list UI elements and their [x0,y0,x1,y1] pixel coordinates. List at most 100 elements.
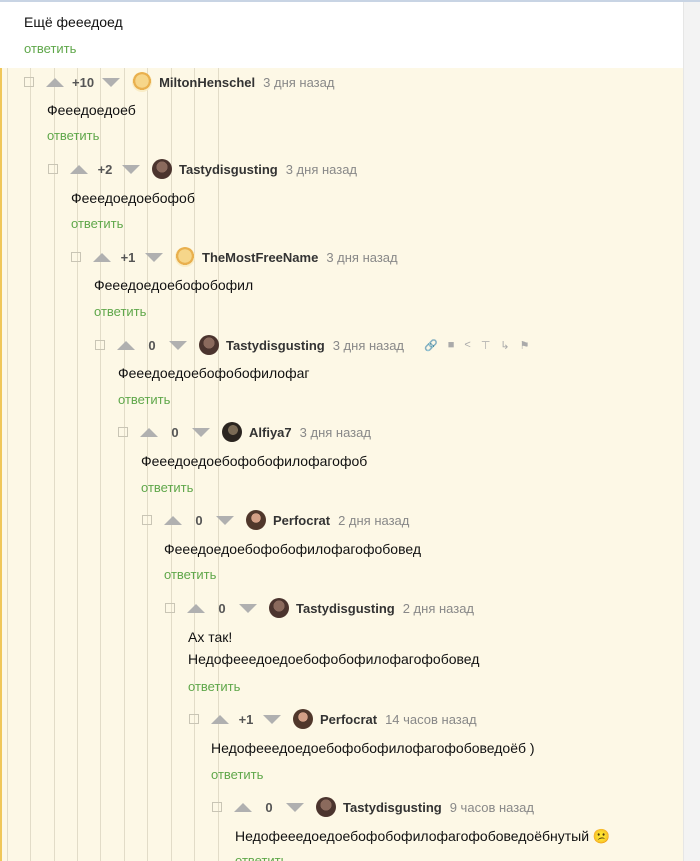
comment-author[interactable]: Alfiya7 [249,425,292,440]
collapse-toggle[interactable] [24,77,34,87]
comment-author[interactable]: Tastydisgusting [343,800,442,815]
share-icon[interactable]: < [464,339,470,351]
collapse-toggle[interactable] [48,164,58,174]
link-icon[interactable]: 🔗 [424,339,438,352]
comment-header: 0 Tastydisgusting 9 часов назад [212,796,534,818]
downvote-icon[interactable] [286,802,304,812]
downvote-icon[interactable] [192,427,210,437]
comment-header: +1 TheMostFreeName 3 дня назад [71,246,398,268]
flag-icon[interactable]: ⚑ [520,339,530,352]
comment-author[interactable]: Tastydisgusting [296,601,395,616]
upvote-icon[interactable] [117,340,135,350]
comment-header: 0 Tastydisgusting 3 дня назад 🔗 ■ < ⊤ ↳ … [95,334,530,356]
avatar[interactable] [316,797,336,817]
upvote-icon[interactable] [70,164,88,174]
downvote-icon[interactable] [102,77,121,87]
avatar[interactable] [269,598,289,618]
comment-rating: +1 [238,711,254,727]
comment-author[interactable]: MiltonHenschel [159,75,255,90]
reply-link[interactable]: ответить [188,679,240,694]
parent-reply-link[interactable]: ответить [24,41,76,56]
comment-time[interactable]: 3 дня назад [286,162,357,177]
comment-text: Ах так! Недофееедоедоебофобофилофагофобо… [188,629,480,667]
thread-rail[interactable] [7,68,8,861]
comment-time[interactable]: 14 часов назад [385,712,477,727]
downvote-icon[interactable] [216,515,234,525]
upvote-icon[interactable] [46,77,64,87]
upvote-icon[interactable] [93,252,111,262]
collapse-toggle[interactable] [212,802,222,812]
upvote-icon[interactable] [187,603,205,613]
save-icon[interactable]: ■ [448,339,455,351]
branch-icon[interactable]: ↳ [500,339,509,352]
reply-link[interactable]: ответить [71,216,123,231]
downvote-icon[interactable] [239,603,257,613]
reply-link[interactable]: ответить [118,392,170,407]
comment-author[interactable]: TheMostFreeName [202,250,318,265]
collapse-toggle[interactable] [165,603,175,613]
comment-text: Недофееедоедоебофобофилофагофобоведоёбну… [235,828,611,844]
downvote-icon[interactable] [263,714,281,724]
downvote-icon[interactable] [122,164,140,174]
avatar[interactable] [132,72,153,92]
comment-author[interactable]: Perfocrat [273,513,330,528]
comment-time[interactable]: 2 дня назад [338,513,409,528]
reply-link[interactable]: ответить [164,567,216,582]
comment-author[interactable]: Tastydisgusting [226,338,325,353]
comment-time[interactable]: 3 дня назад [300,425,371,440]
comment-header: +2 Tastydisgusting 3 дня назад [48,158,357,180]
thread-rail[interactable] [0,68,2,861]
comment-header: +1 Perfocrat 14 часов назад [189,708,477,730]
collapse-toggle[interactable] [189,714,199,724]
comment-rating: 0 [171,424,179,440]
scrollbar[interactable] [683,2,700,861]
avatar[interactable] [222,422,242,442]
comment-time[interactable]: 3 дня назад [333,338,404,353]
comment-rating: +1 [120,249,136,265]
reply-link[interactable]: ответить [47,128,99,143]
collapse-toggle[interactable] [95,340,105,350]
comment-time[interactable]: 9 часов назад [450,800,534,815]
avatar[interactable] [199,335,219,355]
reply-link[interactable]: ответить [211,767,263,782]
reply-link[interactable]: ответить [94,304,146,319]
comment-text: Фееедоедоебофоб [71,190,195,206]
comment-text: Фееедоедоебофобофилофаг [118,365,310,381]
comment-text: Фееедоедоебофобофил [94,277,254,293]
comment-time[interactable]: 3 дня назад [263,75,334,90]
upvote-icon[interactable] [140,427,158,437]
reply-link[interactable]: ответить [141,480,193,495]
reply-link[interactable]: ответить [235,853,287,861]
comment-author[interactable]: Tastydisgusting [179,162,278,177]
comment-rating: 0 [195,512,203,528]
comment-rating: 0 [218,600,226,616]
avatar[interactable] [293,709,313,729]
avatar[interactable] [246,510,266,530]
avatar[interactable] [175,247,195,267]
collapse-toggle[interactable] [71,252,81,262]
comment-header: +10 MiltonHenschel 3 дня назад [24,71,334,93]
avatar[interactable] [152,159,172,179]
collapse-toggle[interactable] [118,427,128,437]
top-icon[interactable]: ⊤ [481,339,491,352]
parent-comment: Ещё фееедоед ответить [0,2,683,68]
thread-rail[interactable] [54,68,55,861]
upvote-icon[interactable] [234,802,252,812]
collapse-toggle[interactable] [142,515,152,525]
comment-time[interactable]: 3 дня назад [326,250,397,265]
comment-rating: +2 [97,161,113,177]
comment-rating: 0 [265,799,273,815]
comment-header: 0 Alfiya7 3 дня назад [118,421,371,443]
downvote-icon[interactable] [169,340,187,350]
comment-author[interactable]: Perfocrat [320,712,377,727]
comment-rating: +10 [72,74,95,90]
comment-time[interactable]: 2 дня назад [403,601,474,616]
parent-comment-text: Ещё фееедоед [24,14,123,30]
thread-rail[interactable] [30,68,31,861]
comment-rating: 0 [148,337,156,353]
comment-text: Фееедоедоебофобофилофагофобовед [164,541,422,557]
upvote-icon[interactable] [211,714,229,724]
upvote-icon[interactable] [164,515,182,525]
downvote-icon[interactable] [145,252,163,262]
comment-text: Фееедоедоебофобофилофагофоб [141,453,368,469]
